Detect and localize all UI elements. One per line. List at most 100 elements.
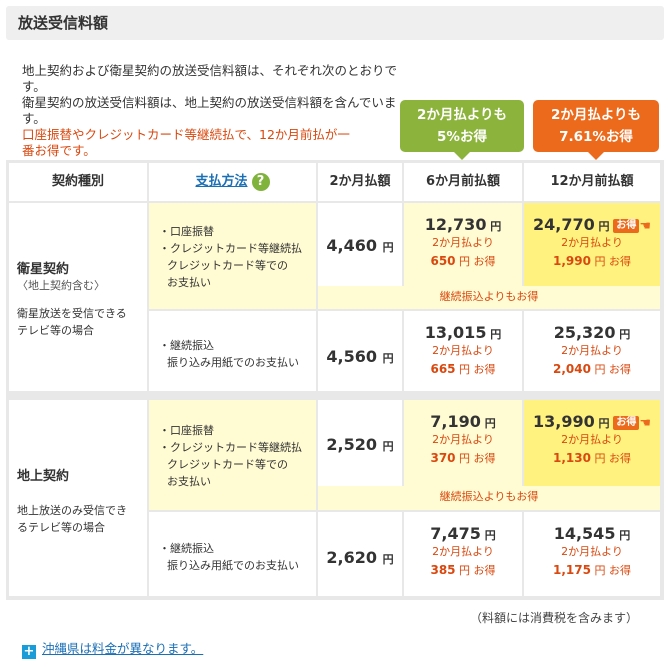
price-value: 4,560	[326, 347, 378, 366]
terrestrial-twelve-month-auto: 13,990 円 お得 ☚ 2か月払より 1,130 円 お得	[524, 400, 660, 486]
compare-label: 2か月払より	[432, 545, 494, 558]
terrestrial-desc-1: 地上放送のみ受信でき	[17, 504, 127, 517]
plus-icon[interactable]: +	[22, 645, 36, 659]
intro-text: 地上契約および衛星契約の放送受信料額は、それぞれ次のとおりです。 衛星契約の放送…	[22, 63, 402, 159]
header-six-month: 6か月前払額	[404, 163, 522, 201]
price-value: 4,460	[326, 236, 378, 255]
method-line: 振り込み用紙でのお支払い	[167, 356, 299, 369]
yen-unit: 円	[382, 352, 394, 365]
price-value: 12,730	[424, 215, 487, 234]
method-line: ・継続振込	[159, 542, 214, 555]
price-value: 24,770	[532, 215, 595, 234]
yen-unit: 円	[382, 241, 394, 254]
yen-unit: 円	[484, 529, 496, 542]
method-line: ・クレジットカード等継続払	[159, 441, 302, 454]
method-line: お支払い	[167, 276, 211, 289]
intro-line-2: 衛星契約の放送受信料額は、地上契約の放送受信料額を含んでいます。	[22, 95, 397, 126]
compare-label: 2か月払より	[561, 236, 623, 249]
bubble-line-1: 2か月払よりも	[550, 107, 642, 123]
saving-value: 370	[430, 451, 456, 465]
tax-note: （料額には消費税を含みます）	[470, 611, 639, 625]
otoku-suffix: 円 お得	[459, 363, 496, 376]
satellite-transfer-note: 継続振込よりもお得	[318, 286, 660, 309]
price-value: 7,475	[430, 524, 481, 543]
method-line: 振り込み用紙でのお支払い	[167, 559, 299, 572]
price-value: 7,190	[430, 412, 481, 431]
terrestrial-desc-2: るテレビ等の場合	[17, 521, 105, 534]
satellite-six-month-transfer: 13,015 円 2か月払より 665 円 お得	[404, 311, 522, 391]
terrestrial-method-transfer: ・継続振込 振り込み用紙でのお支払い	[149, 512, 316, 596]
yen-unit: 円	[619, 328, 631, 341]
terrestrial-contract-cell: 地上契約 地上放送のみ受信でき るテレビ等の場合	[9, 400, 147, 596]
satellite-two-month-transfer: 4,560 円	[318, 311, 402, 391]
yen-unit: 円	[382, 440, 394, 453]
compare-label: 2か月払より	[432, 236, 494, 249]
header-twelve-month: 12か月前払額	[524, 163, 660, 201]
satellite-twelve-month-transfer: 25,320 円 2か月払より 2,040 円 お得	[524, 311, 660, 391]
page-title: 放送受信料額	[18, 14, 109, 32]
price-value: 2,520	[326, 435, 378, 454]
price-value: 25,320	[553, 323, 616, 342]
hand-point-icon: ☚	[639, 416, 652, 431]
method-line: ・口座振替	[159, 424, 214, 437]
method-line: クレジットカード等での	[167, 259, 288, 272]
question-icon[interactable]: ?	[251, 172, 270, 191]
intro-red-line-2: 番お得です。	[22, 143, 96, 158]
method-line: ・口座振替	[159, 225, 214, 238]
yen-unit: 円	[490, 328, 502, 341]
header-contract-type: 契約種別	[9, 163, 147, 201]
yen-unit: 円	[382, 553, 394, 566]
yen-unit: 円	[484, 417, 496, 430]
otoku-badge: お得	[613, 219, 640, 233]
terrestrial-contract-name: 地上契約	[17, 469, 70, 484]
satellite-two-month-auto: 4,460 円	[318, 203, 402, 286]
fee-table: 契約種別 支払方法? 2か月払額 6か月前払額 12か月前払額 衛星契約 〈地上…	[6, 160, 664, 600]
yen-unit: 円	[619, 529, 631, 542]
compare-label: 2か月払より	[561, 433, 623, 446]
bubble-line-1: 2か月払よりも	[416, 107, 508, 123]
yen-unit: 円	[598, 417, 610, 430]
satellite-contract-name: 衛星契約	[17, 262, 70, 277]
satellite-contract-cell: 衛星契約 〈地上契約含む〉 衛星放送を受信できる テレビ等の場合	[9, 203, 147, 391]
terrestrial-six-month-auto: 7,190 円 2か月払より 370 円 お得	[404, 400, 522, 486]
satellite-method-transfer: ・継続振込 振り込み用紙でのお支払い	[149, 311, 316, 391]
compare-label: 2か月払より	[561, 545, 623, 558]
header-two-month: 2か月払額	[318, 163, 402, 201]
compare-label: 2か月払より	[432, 433, 494, 446]
method-line: ・クレジットカード等継続払	[159, 242, 302, 255]
otoku-suffix: 円 お得	[459, 564, 496, 577]
okinawa-link[interactable]: 沖縄県は料金が異なります。	[42, 641, 203, 656]
page-header: 放送受信料額	[6, 6, 664, 40]
payment-method-link[interactable]: 支払方法	[195, 174, 247, 189]
price-value: 14,545	[553, 524, 616, 543]
terrestrial-two-month-auto: 2,520 円	[318, 400, 402, 486]
satellite-six-month-auto: 12,730 円 2か月払より 650 円 お得	[404, 203, 522, 286]
price-value: 2,620	[326, 548, 378, 567]
bubble-line-2: 5%お得	[437, 129, 487, 145]
saving-value: 2,040	[553, 362, 591, 376]
terrestrial-method-auto: ・口座振替 ・クレジットカード等継続払 クレジットカード等での お支払い	[149, 400, 316, 510]
otoku-suffix: 円 お得	[594, 564, 631, 577]
compare-label: 2か月払より	[561, 344, 623, 357]
satellite-desc-2: テレビ等の場合	[17, 324, 94, 337]
method-line: ・継続振込	[159, 339, 214, 352]
intro-line-1: 地上契約および衛星契約の放送受信料額は、それぞれ次のとおりです。	[22, 63, 398, 94]
price-value: 13,015	[424, 323, 487, 342]
satellite-contract-sub: 〈地上契約含む〉	[17, 279, 105, 292]
satellite-desc-1: 衛星放送を受信できる	[17, 307, 127, 320]
saving-value: 1,990	[553, 254, 591, 268]
bubble-line-2: 7.61%お得	[559, 129, 633, 145]
terrestrial-two-month-transfer: 2,620 円	[318, 512, 402, 596]
terrestrial-transfer-note: 継続振込よりもお得	[318, 486, 660, 510]
method-line: お支払い	[167, 475, 211, 488]
saving-value: 650	[430, 254, 456, 268]
method-line: クレジットカード等での	[167, 458, 288, 471]
yen-unit: 円	[598, 220, 610, 233]
otoku-suffix: 円 お得	[594, 363, 631, 376]
terrestrial-six-month-transfer: 7,475 円 2か月払より 385 円 お得	[404, 512, 522, 596]
saving-value: 1,130	[553, 451, 591, 465]
price-value: 13,990	[532, 412, 595, 431]
six-month-savings-bubble: 2か月払よりも 5%お得	[400, 100, 524, 160]
otoku-suffix: 円 お得	[459, 452, 496, 465]
satellite-twelve-month-auto: 24,770 円 お得 ☚ 2か月払より 1,990 円 お得	[524, 203, 660, 286]
